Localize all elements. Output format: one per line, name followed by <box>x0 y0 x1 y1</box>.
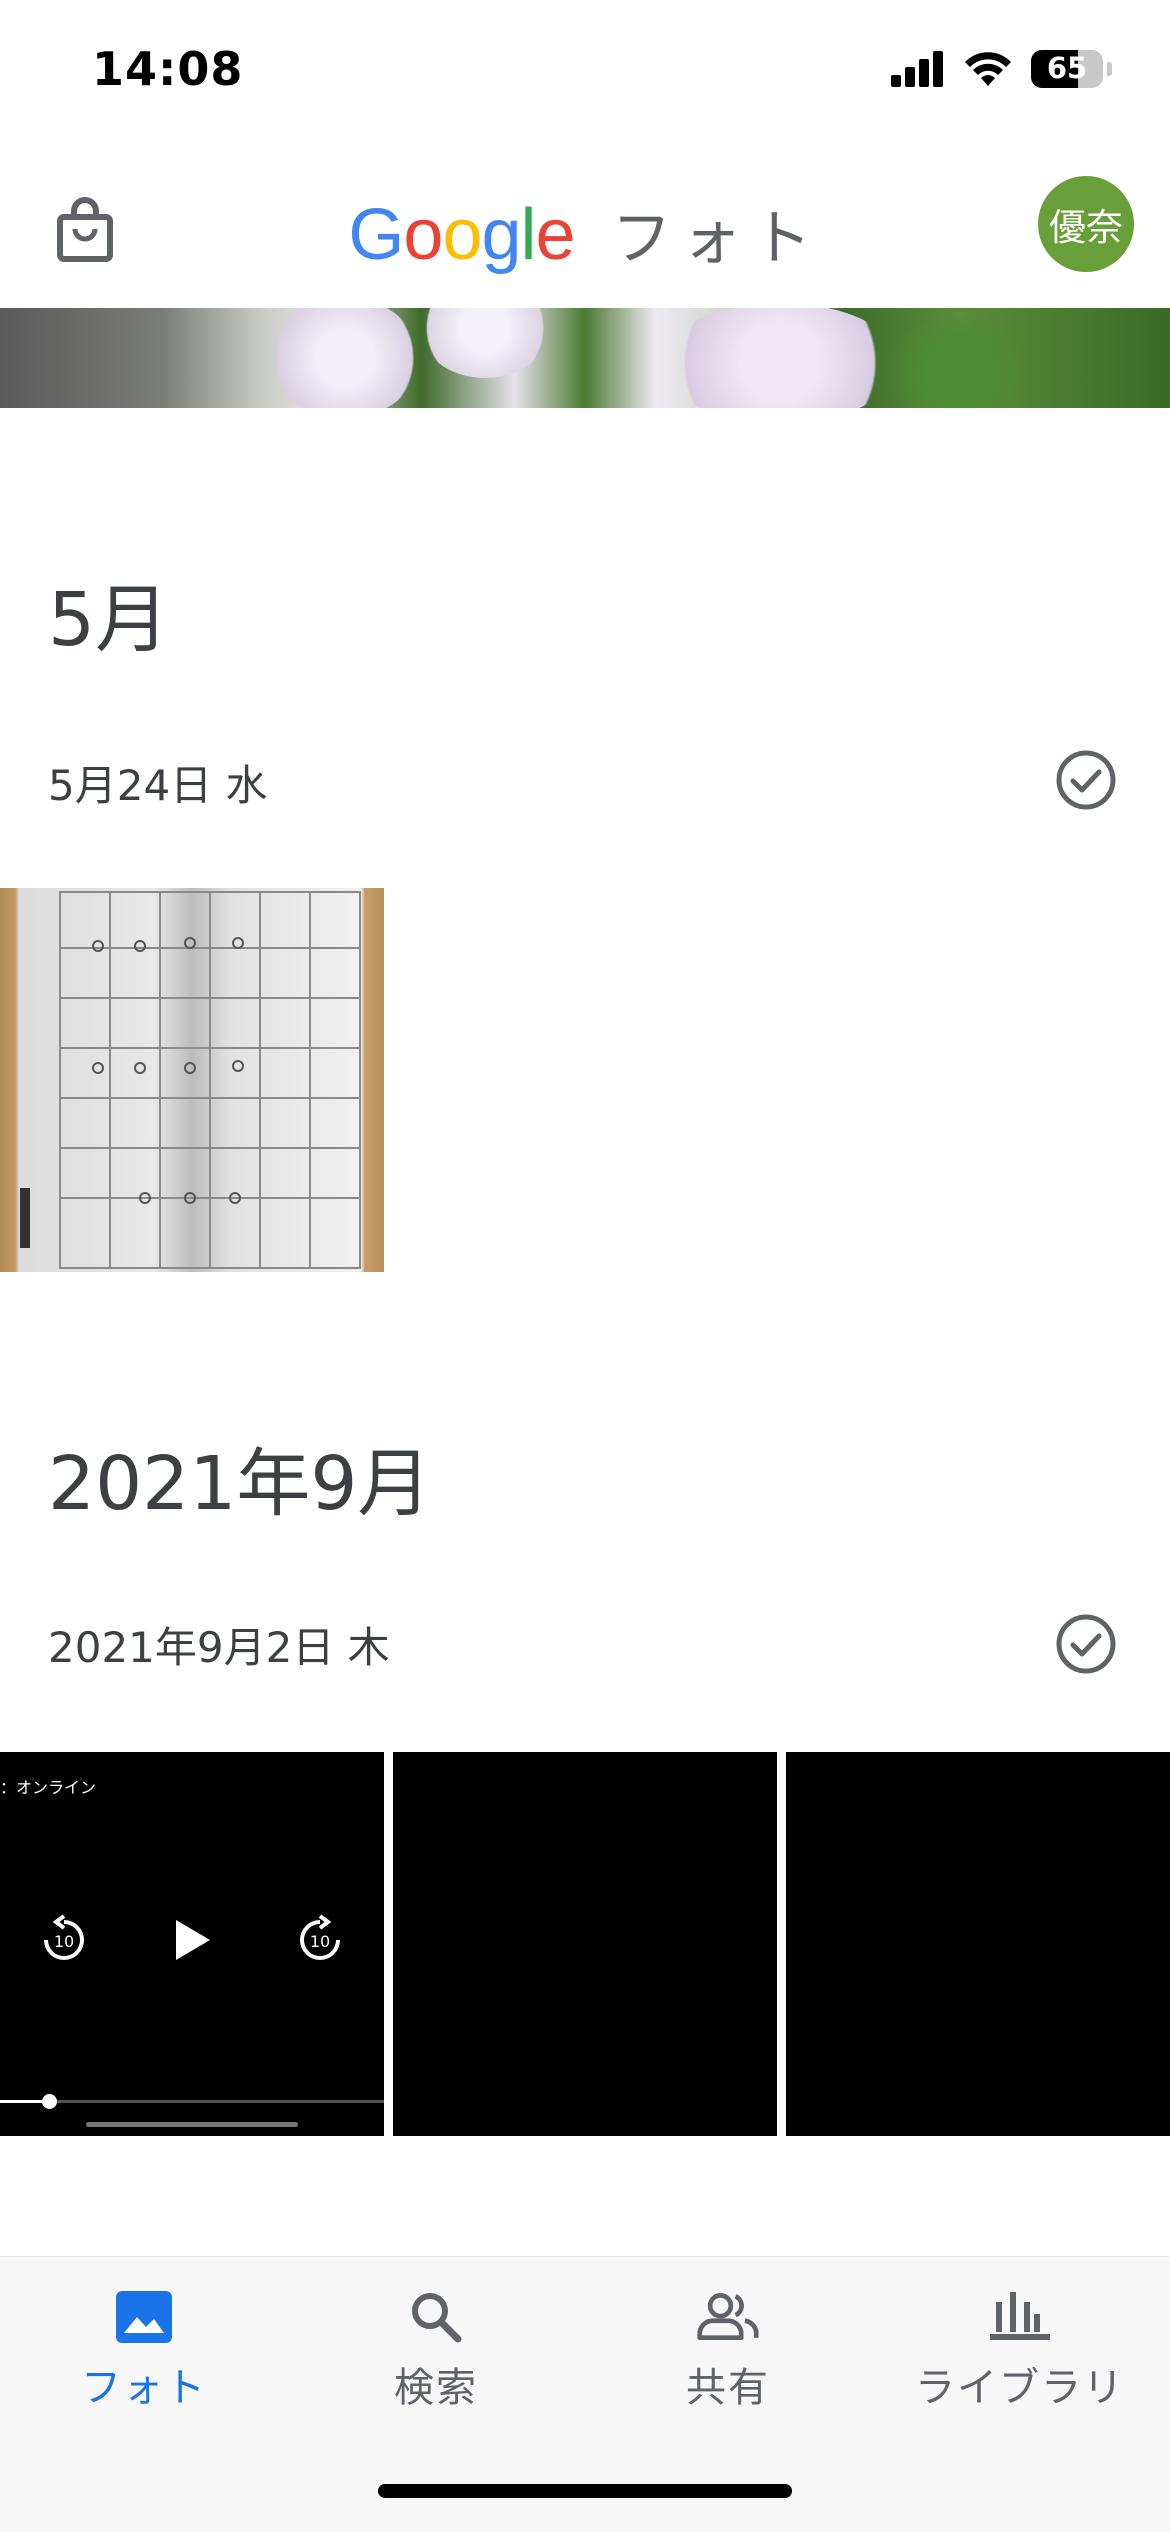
battery-icon: 65 <box>1031 50 1103 88</box>
photo-thumbnail[interactable] <box>786 1752 1170 2136</box>
video-thumbnail[interactable]: ：オンライン 10 10 <box>0 1752 384 2136</box>
people-icon <box>696 2285 760 2349</box>
nav-label: ライブラリ <box>915 2365 1125 2411</box>
nav-search[interactable]: 検索 <box>316 2285 556 2413</box>
video-progress-track <box>0 2100 384 2103</box>
account-avatar[interactable]: 優奈 <box>1038 176 1134 272</box>
date-heading: 2021年9月2日 木 <box>48 1623 390 1672</box>
month-heading: 2021年9月 <box>48 1441 432 1527</box>
photo-strip[interactable] <box>0 308 1170 408</box>
photo-icon <box>112 2285 176 2349</box>
signal-icon <box>891 51 943 87</box>
app-name: フォト <box>611 204 822 274</box>
photo-thumbnail[interactable] <box>0 888 384 1272</box>
status-bar: 14:08 65 <box>0 0 1170 150</box>
nav-photos[interactable]: フォト <box>24 2285 264 2413</box>
video-scrubber-handle <box>42 2094 57 2109</box>
nav-label: 検索 <box>394 2365 478 2411</box>
app-logo: Google フォト <box>0 190 1170 277</box>
forward-10-icon: 10 <box>300 1914 340 1960</box>
select-date-check-icon[interactable] <box>1054 748 1118 812</box>
wifi-icon <box>965 52 1011 86</box>
library-icon <box>988 2285 1052 2349</box>
nav-library[interactable]: ライブラリ <box>900 2285 1140 2413</box>
play-icon <box>176 1920 210 1960</box>
nav-label: 共有 <box>686 2365 770 2411</box>
status-time: 14:08 <box>92 42 244 96</box>
photo-thumbnail[interactable] <box>393 1752 777 2136</box>
rewind-10-icon: 10 <box>44 1914 84 1960</box>
battery-level: 65 <box>1046 51 1088 85</box>
search-icon <box>404 2285 468 2349</box>
google-wordmark: Google <box>348 195 575 275</box>
svg-text:10: 10 <box>310 1932 330 1951</box>
app-header: Google フォト 優奈 <box>0 150 1170 308</box>
select-date-check-icon[interactable] <box>1054 1612 1118 1676</box>
home-indicator[interactable] <box>378 2484 792 2498</box>
date-heading: 5月24日 水 <box>48 761 268 810</box>
svg-text:10: 10 <box>54 1932 74 1951</box>
month-heading: 5月 <box>48 577 170 663</box>
nav-label: フォト <box>81 2365 207 2411</box>
status-icons: 65 <box>891 50 1112 88</box>
video-caption: ：オンライン <box>0 1778 97 1797</box>
video-home-bar <box>86 2122 298 2127</box>
document-photo-content <box>20 891 361 1269</box>
nav-sharing[interactable]: 共有 <box>608 2285 848 2413</box>
